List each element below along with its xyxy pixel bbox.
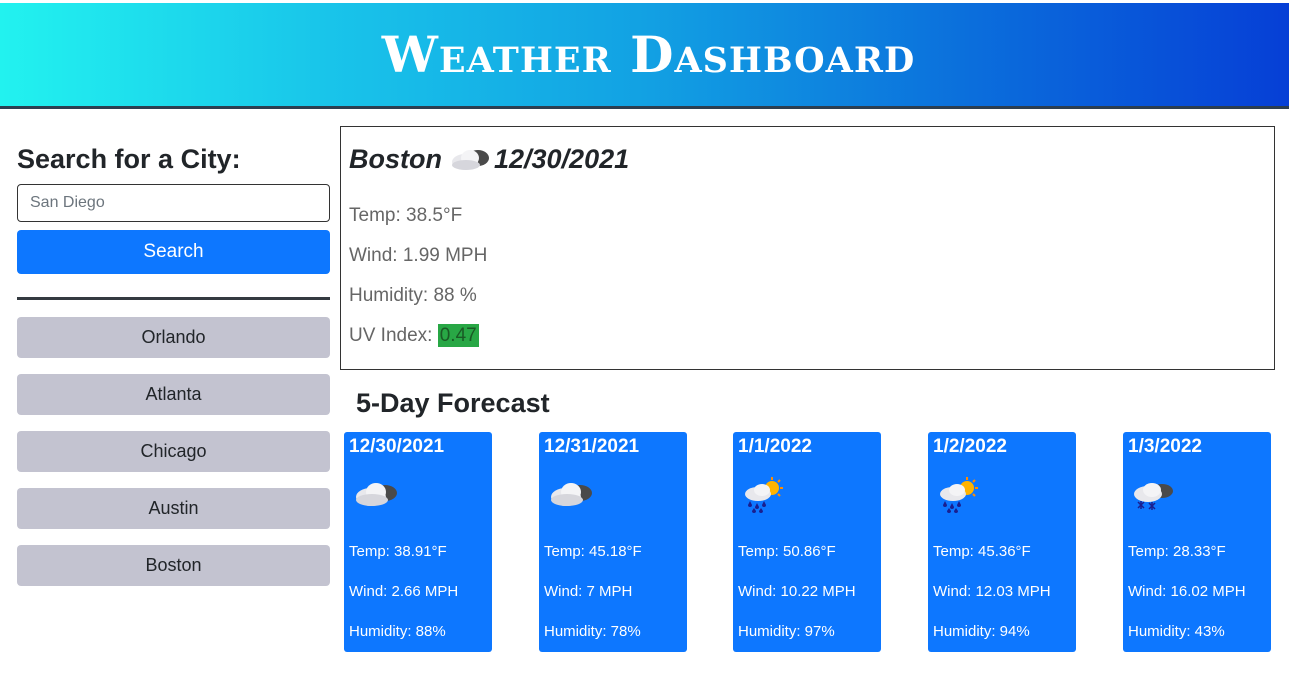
forecast-card: 12/31/2021 Temp: 45.18°F Wind: 7 MPH Hum… <box>539 432 687 652</box>
current-date: 12/30/2021 <box>493 143 630 174</box>
current-weather-title: Boston 12/30/2021 <box>349 143 1266 175</box>
forecast-card: 1/2/2022 Temp: 45.36°F Wind: 12.03 MPH H… <box>928 432 1076 652</box>
forecast-card: 1/1/2022 Temp: 50.86°F Wind: 10.22 MPH H… <box>733 432 881 652</box>
current-weather-panel: Boston 12/30/2021 Temp: 38.5°F Wind: 1.9… <box>340 126 1275 370</box>
uv-index-badge: 0.47 <box>437 324 479 347</box>
forecast-humidity: Humidity: 88% <box>349 623 446 640</box>
current-humidity: Humidity: 88 % <box>349 285 477 306</box>
history-button-austin[interactable]: Austin <box>17 488 330 529</box>
forecast-wind: Wind: 16.02 MPH <box>1128 583 1246 600</box>
history-button-atlanta[interactable]: Atlanta <box>17 374 330 415</box>
forecast-humidity: Humidity: 43% <box>1128 623 1225 640</box>
forecast-heading: 5-Day Forecast <box>356 388 550 418</box>
forecast-date: 12/30/2021 <box>349 436 445 457</box>
forecast-temp: Temp: 50.86°F <box>738 543 836 560</box>
forecast-wind: Wind: 2.66 MPH <box>349 583 459 600</box>
forecast-wind: Wind: 10.22 MPH <box>738 583 856 600</box>
forecast-humidity: Humidity: 78% <box>544 623 641 640</box>
forecast-row: 12/30/2021 Temp: 38.91°F Wind: 2.66 MPH … <box>344 432 1272 652</box>
history-button-chicago[interactable]: Chicago <box>17 431 330 472</box>
cloud-icon <box>451 150 489 170</box>
search-history-list: Orlando Atlanta Chicago Austin Boston <box>17 317 330 602</box>
forecast-date: 1/1/2022 <box>738 436 812 457</box>
current-uv: UV Index: 0.47 <box>349 316 1266 356</box>
search-button[interactable]: Search <box>17 230 330 274</box>
page-title: Weather Dashboard <box>381 25 916 84</box>
forecast-date: 1/3/2022 <box>1128 436 1202 457</box>
divider <box>17 297 330 300</box>
search-heading: Search for a City: <box>17 144 241 174</box>
history-button-boston[interactable]: Boston <box>17 545 330 586</box>
forecast-temp: Temp: 45.36°F <box>933 543 1031 560</box>
forecast-temp: Temp: 28.33°F <box>1128 543 1226 560</box>
sun-rain-icon <box>745 477 783 513</box>
forecast-wind: Wind: 12.03 MPH <box>933 583 1051 600</box>
city-search-input[interactable] <box>17 184 330 222</box>
forecast-humidity: Humidity: 97% <box>738 623 835 640</box>
current-city: Boston <box>349 143 442 174</box>
uv-label: UV Index: <box>349 325 438 346</box>
history-button-orlando[interactable]: Orlando <box>17 317 330 358</box>
forecast-card: 1/3/2022 Temp: 28.33°F Wind: 16.02 MPH H… <box>1123 432 1271 652</box>
forecast-temp: Temp: 38.91°F <box>349 543 447 560</box>
forecast-date: 1/2/2022 <box>933 436 1007 457</box>
forecast-wind: Wind: 7 MPH <box>544 583 633 600</box>
cloud-icon <box>551 483 592 506</box>
snow-icon <box>1134 483 1173 510</box>
cloud-icon <box>356 483 397 506</box>
forecast-humidity: Humidity: 94% <box>933 623 1030 640</box>
forecast-card: 12/30/2021 Temp: 38.91°F Wind: 2.66 MPH … <box>344 432 492 652</box>
forecast-temp: Temp: 45.18°F <box>544 543 642 560</box>
current-temp: Temp: 38.5°F <box>349 205 463 226</box>
header-banner: Weather Dashboard <box>0 3 1289 109</box>
sun-rain-icon <box>940 477 978 513</box>
current-wind: Wind: 1.99 MPH <box>349 245 488 266</box>
forecast-date: 12/31/2021 <box>544 436 640 457</box>
